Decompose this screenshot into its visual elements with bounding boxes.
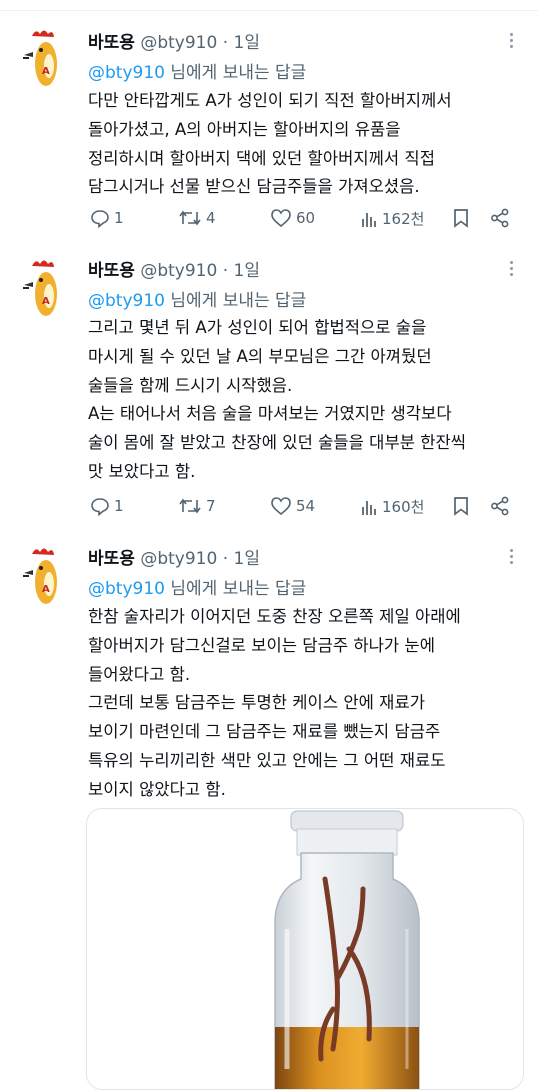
svg-text:A: A <box>42 66 50 77</box>
view-count: 160천 <box>382 498 425 516</box>
tweet-text-line: 돌아가셨고, A의 아버지는 할아버지의 유품을 <box>88 119 401 139</box>
reply-suffix: 님에게 보내는 답글 <box>164 291 307 311</box>
tweet-header: 바또용 @bty910 · 1일 <box>88 544 260 569</box>
author-name[interactable]: 바또용 <box>88 261 135 281</box>
views-icon <box>362 212 376 227</box>
tweet-text-line: 맛 보았다고 함. <box>88 461 196 481</box>
like-count: 60 <box>296 209 316 227</box>
retweet-button[interactable]: 4 <box>178 208 216 228</box>
avatar[interactable]: A <box>20 546 70 608</box>
svg-text:A: A <box>42 296 50 307</box>
tweet-text-line: 들어왔다고 함. <box>88 664 191 684</box>
author-handle[interactable]: @bty910 · 1일 <box>140 33 260 53</box>
tweet-text: 한참 술자리가 이어지던 도중 찬장 오른쪽 제일 아래에 할아버지가 담그신걸… <box>88 603 528 805</box>
reply-mention-link[interactable]: @bty910 <box>88 579 165 599</box>
avatar[interactable]: A <box>20 28 70 90</box>
tweet-text-line: 할아버지가 담그신걸로 보이는 담금주 하나가 눈에 <box>88 635 435 655</box>
reply-button[interactable]: 1 <box>90 496 124 516</box>
more-options-icon[interactable] <box>504 30 518 52</box>
avatar[interactable]: A <box>20 258 70 320</box>
share-button[interactable] <box>490 208 510 228</box>
tweet-text-line: 술들을 함께 드시기 시작했음. <box>88 375 293 395</box>
view-count: 162천 <box>382 210 425 228</box>
reply-suffix: 님에게 보내는 답글 <box>164 63 307 83</box>
share-icon <box>491 496 509 516</box>
tweet-text-line: 다만 안타깝게도 A가 성인이 되기 직전 할아버지께서 <box>88 91 452 110</box>
replying-to: @bty910 님에게 보내는 답글 <box>88 58 306 83</box>
replying-to: @bty910 님에게 보내는 답글 <box>88 286 306 311</box>
tweet-text-line: 한참 술자리가 이어지던 도중 찬장 오른쪽 제일 아래에 <box>88 607 461 626</box>
tweet-text-line: 보이지 않았다고 함. <box>88 779 226 799</box>
reply-count: 1 <box>114 209 124 227</box>
liquor-bottle-photo <box>87 809 523 1089</box>
more-options-icon[interactable] <box>504 258 518 280</box>
author-handle[interactable]: @bty910 · 1일 <box>140 261 260 281</box>
reply-button[interactable]: 1 <box>90 208 124 228</box>
tweet-text-line: 담그시거나 선물 받으신 담금주들을 가져오셨음. <box>88 177 420 197</box>
retweet-count: 7 <box>206 497 216 515</box>
bookmark-icon <box>454 209 468 228</box>
heart-icon <box>271 209 291 228</box>
author-handle[interactable]: @bty910 · 1일 <box>140 549 260 569</box>
reply-mention-link[interactable]: @bty910 <box>88 291 165 311</box>
tweet-text-line: A는 태어나서 처음 술을 마셔보는 거였지만 생각보다 <box>88 404 452 424</box>
reply-count: 1 <box>114 497 124 515</box>
tweet-actions: 1 4 60 162천 <box>88 208 518 230</box>
author-name[interactable]: 바또용 <box>88 33 135 53</box>
tweet-media-image[interactable] <box>86 808 524 1090</box>
retweet-button[interactable]: 7 <box>178 496 216 516</box>
tweet-text-line: 술이 몸에 잘 받았고 찬장에 있던 술들을 대부분 한잔씩 <box>88 433 467 453</box>
views-icon <box>362 500 376 515</box>
reply-icon <box>91 210 109 228</box>
views-button[interactable]: 160천 <box>360 496 424 517</box>
retweet-count: 4 <box>206 209 216 227</box>
bookmark-icon <box>454 497 468 516</box>
tweet-text: 다만 안타깝게도 A가 성인이 되기 직전 할아버지께서 돌아가셨고, A의 아… <box>88 87 528 202</box>
svg-text:A: A <box>42 584 50 595</box>
tweet-text-line: 그리고 몇년 뒤 A가 성인이 되어 합법적으로 술을 <box>88 318 427 337</box>
tweet-text-line: 정리하시며 할아버지 댁에 있던 할아버지께서 직접 <box>88 148 435 168</box>
author-name[interactable]: 바또용 <box>88 549 135 569</box>
views-button[interactable]: 162천 <box>360 208 424 229</box>
more-options-icon[interactable] <box>504 546 518 568</box>
bookmark-button[interactable] <box>452 208 470 228</box>
share-button[interactable] <box>490 496 510 516</box>
like-button[interactable]: 54 <box>270 496 315 516</box>
tweet-header: 바또용 @bty910 · 1일 <box>88 256 260 281</box>
retweet-icon <box>179 210 201 226</box>
replying-to: @bty910 님에게 보내는 답글 <box>88 574 306 599</box>
bookmark-button[interactable] <box>452 496 470 516</box>
tweet-text-line: 특유의 누리끼리한 색만 있고 안에는 그 어떤 재료도 <box>88 750 446 770</box>
tweet-text-line: 마시게 될 수 있던 날 A의 부모님은 그간 아껴뒀던 <box>88 346 432 366</box>
tweet-text: 그리고 몇년 뒤 A가 성인이 되어 합법적으로 술을 마시게 될 수 있던 날… <box>88 314 528 487</box>
reply-suffix: 님에게 보내는 답글 <box>164 579 307 599</box>
share-icon <box>491 208 509 228</box>
reply-icon <box>91 498 109 516</box>
like-count: 54 <box>296 497 316 515</box>
reply-mention-link[interactable]: @bty910 <box>88 63 165 83</box>
heart-icon <box>271 497 291 516</box>
tweet-separator <box>0 0 538 11</box>
tweet-header: 바또용 @bty910 · 1일 <box>88 28 260 53</box>
like-button[interactable]: 60 <box>270 208 315 228</box>
tweet-text-line: 보이기 마련인데 그 담금주는 재료를 뺐는지 담금주 <box>88 722 441 742</box>
tweet-text-line: 그런데 보통 담금주는 투명한 케이스 안에 재료가 <box>88 693 425 713</box>
tweet-actions: 1 7 54 160천 <box>88 496 518 518</box>
retweet-icon <box>179 498 201 514</box>
